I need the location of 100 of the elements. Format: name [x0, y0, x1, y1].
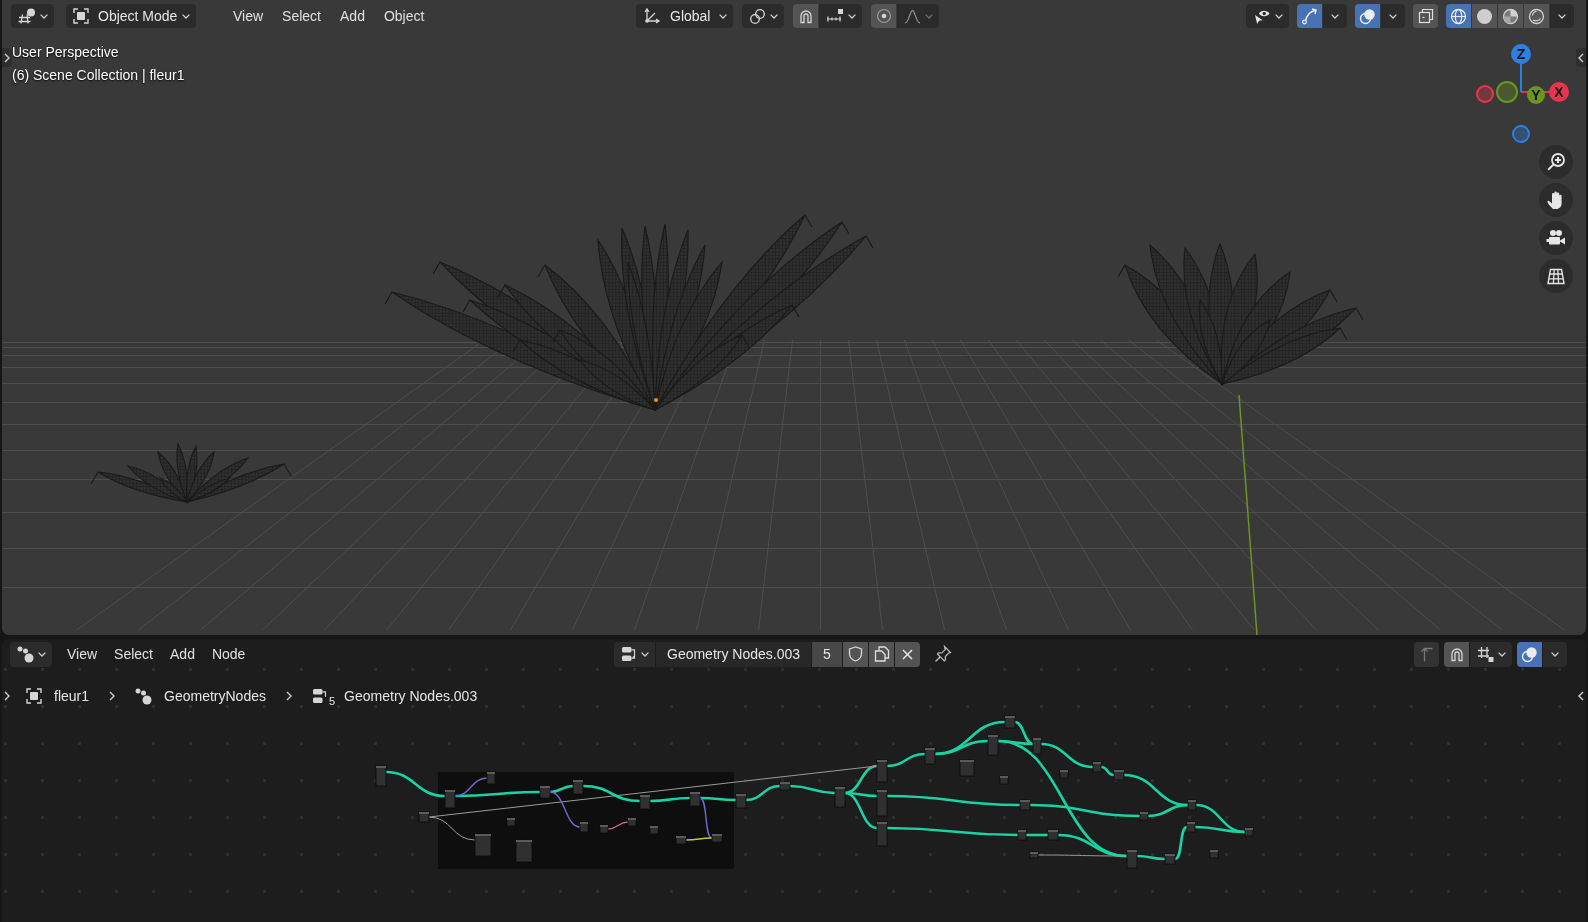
node-link[interactable] [934, 720, 1006, 756]
node-link[interactable] [886, 752, 926, 768]
graph-node[interactable] [1126, 849, 1138, 869]
gizmo-toggle[interactable] [1297, 4, 1322, 28]
node-link[interactable] [582, 784, 641, 803]
graph-node[interactable] [1032, 737, 1042, 755]
mode-dropdown[interactable]: Object Mode [66, 4, 196, 28]
user-count-button[interactable]: 5 [812, 641, 842, 667]
node-group-name-field[interactable]: Geometry Nodes.003 [656, 641, 811, 667]
shading-mode-button[interactable] [1472, 4, 1497, 28]
axis-handle[interactable]: X [1549, 82, 1569, 102]
graph-node[interactable] [689, 791, 701, 807]
node-link[interactable] [1014, 720, 1034, 746]
graph-node[interactable] [959, 759, 975, 777]
graph-node[interactable] [627, 817, 637, 827]
negative-axis-handle[interactable] [1512, 125, 1530, 143]
toolbar-toggle[interactable] [2, 48, 12, 67]
graph-node[interactable] [1059, 769, 1069, 779]
shading-dropdown[interactable] [1550, 4, 1574, 28]
overlays-dropdown[interactable] [1381, 4, 1405, 28]
graph-node[interactable] [375, 765, 387, 787]
node-link[interactable] [549, 791, 581, 828]
graph-node[interactable] [924, 747, 936, 765]
node-link[interactable] [455, 790, 540, 798]
graph-node[interactable] [1139, 811, 1149, 821]
xray-toggle[interactable] [1413, 4, 1438, 28]
node-link[interactable] [789, 784, 836, 795]
pivot-dropdown[interactable] [742, 4, 784, 28]
graph-node[interactable] [987, 734, 999, 756]
node-link[interactable] [1136, 854, 1166, 861]
graph-node[interactable] [486, 771, 496, 785]
shading-mode-button[interactable] [1446, 4, 1471, 28]
graph-node[interactable] [675, 835, 687, 845]
graph-node[interactable] [474, 833, 492, 857]
graph-node[interactable] [735, 793, 747, 809]
node-link[interactable] [699, 797, 713, 839]
graph-node[interactable] [1186, 821, 1196, 833]
graph-node[interactable] [1019, 799, 1031, 811]
node-link[interactable] [1026, 833, 1048, 837]
graph-node[interactable] [1092, 761, 1102, 773]
node-link[interactable] [1194, 825, 1246, 834]
axis-handle[interactable]: Z [1511, 44, 1531, 64]
shading-mode-button[interactable] [1524, 4, 1549, 28]
graph-node[interactable] [1017, 829, 1027, 841]
editor-type-button[interactable] [10, 641, 52, 667]
graph-node[interactable] [506, 817, 516, 827]
snap-toggle[interactable] [793, 4, 818, 28]
axis-handle[interactable]: Y [1527, 86, 1545, 104]
graph-node[interactable] [1244, 827, 1254, 837]
graph-node[interactable] [1004, 715, 1016, 729]
node-link[interactable] [1174, 825, 1188, 861]
graph-node[interactable] [639, 794, 651, 810]
camera-view-button[interactable] [1539, 221, 1573, 255]
graph-node[interactable] [711, 833, 723, 843]
node-link[interactable] [607, 821, 629, 830]
graph-node[interactable] [1113, 769, 1125, 781]
graph-node[interactable] [999, 775, 1009, 785]
fake-user-toggle[interactable] [843, 641, 868, 667]
graph-node[interactable] [572, 779, 584, 795]
sidebar-toggle[interactable] [1576, 48, 1586, 67]
menu-item[interactable]: Add [332, 4, 373, 28]
duplicate-button[interactable] [869, 641, 894, 667]
snap-target-dropdown[interactable] [819, 4, 862, 28]
overlays-toggle[interactable] [1355, 4, 1380, 28]
graph-node[interactable] [649, 825, 659, 835]
node-link[interactable] [844, 791, 878, 830]
menu-item[interactable]: Object [375, 4, 433, 28]
graph-node[interactable] [876, 789, 888, 817]
graph-node[interactable] [539, 785, 551, 799]
graph-node[interactable] [418, 811, 430, 823]
editor-type-button[interactable] [11, 4, 54, 28]
node-link[interactable] [1040, 742, 1094, 769]
graph-node[interactable] [876, 821, 888, 847]
unlink-button[interactable] [895, 641, 920, 667]
falloff-dropdown[interactable] [897, 4, 939, 28]
node-link[interactable] [385, 770, 446, 798]
graph-node[interactable] [1047, 829, 1059, 841]
node-link[interactable] [549, 784, 574, 794]
node-link[interactable] [1037, 854, 1128, 857]
proportional-editing-toggle[interactable] [871, 4, 896, 28]
graph-node[interactable] [1187, 799, 1197, 811]
node-link[interactable] [685, 837, 713, 841]
visibility-dropdown[interactable] [1246, 4, 1289, 28]
menu-item[interactable]: View [59, 642, 106, 666]
node-link[interactable] [844, 764, 878, 795]
graph-node[interactable] [834, 786, 846, 808]
negative-axis-handle[interactable] [1496, 81, 1518, 103]
node-link[interactable] [887, 794, 1020, 807]
menu-item[interactable]: Select [274, 4, 329, 28]
graph-node[interactable] [599, 824, 609, 834]
node-link[interactable] [887, 826, 1018, 837]
shading-mode-button[interactable] [1498, 4, 1523, 28]
node-link[interactable] [1147, 803, 1189, 818]
graph-node[interactable] [444, 789, 456, 809]
menu-item[interactable]: View [225, 4, 272, 28]
graph-node[interactable] [779, 781, 791, 791]
node-link[interactable] [650, 796, 690, 803]
orientation-dropdown[interactable]: Global [636, 4, 733, 28]
menu-item[interactable]: Add [162, 642, 203, 666]
node-link[interactable] [1029, 803, 1141, 818]
